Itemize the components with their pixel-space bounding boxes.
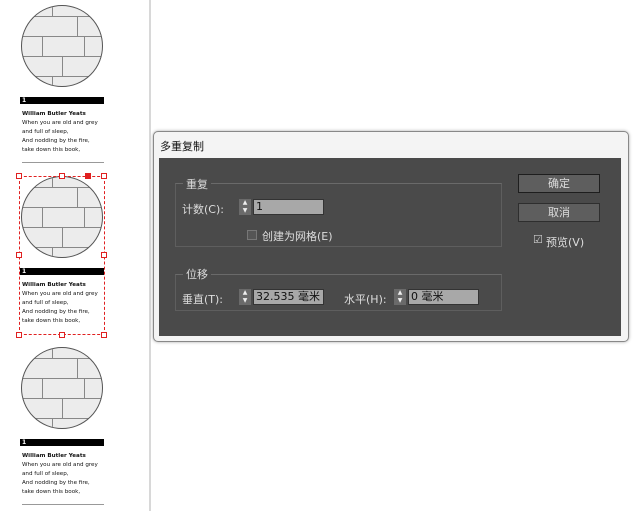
poem-line: When you are old and grey	[22, 120, 98, 126]
content-grabber-handle[interactable]	[85, 173, 91, 179]
number-bar: 1	[20, 97, 104, 104]
repeat-group-label: 重复	[183, 176, 211, 192]
vertical-input[interactable]: 32.535 毫米	[253, 289, 324, 305]
resize-handle[interactable]	[101, 173, 107, 179]
count-input[interactable]: 1	[253, 199, 324, 215]
resize-handle[interactable]	[59, 332, 65, 338]
resize-handle[interactable]	[101, 332, 107, 338]
poem-line: And nodding by the fire,	[22, 138, 90, 144]
step-and-repeat-dialog: 多重复制 重复 计数(C): ▲ ▼ 1 创建为网格(E) 位移 垂直(T): ▲…	[153, 131, 629, 342]
divider	[22, 504, 104, 505]
poem-text: William Butler Yeats When you are old and…	[22, 110, 98, 155]
poem-author: William Butler Yeats	[22, 453, 86, 459]
resize-handle[interactable]	[16, 332, 22, 338]
poem-line: When you are old and grey	[22, 462, 98, 468]
resize-handle[interactable]	[16, 173, 22, 179]
ok-button[interactable]: 确定	[518, 174, 600, 193]
resize-handle[interactable]	[16, 252, 22, 258]
grid-checkbox[interactable]	[247, 230, 257, 240]
divider	[22, 162, 104, 163]
poem-line: take down this book,	[22, 489, 81, 495]
resize-handle[interactable]	[101, 252, 107, 258]
horizontal-stepper[interactable]: ▲ ▼	[394, 289, 406, 305]
dialog-body: 重复 计数(C): ▲ ▼ 1 创建为网格(E) 位移 垂直(T): ▲ ▼ 32.…	[159, 158, 621, 336]
count-label: 计数(C):	[182, 203, 224, 216]
poem-line: take down this book,	[22, 147, 81, 153]
vertical-label: 垂直(T):	[182, 293, 224, 306]
cancel-button[interactable]: 取消	[518, 203, 600, 222]
poem-author: William Butler Yeats	[22, 111, 86, 117]
poem-line: and full of sleep,	[22, 471, 69, 477]
selection-frame[interactable]	[19, 176, 105, 335]
preview-checkbox[interactable]: ☑	[533, 233, 543, 246]
poem-line: and full of sleep,	[22, 129, 69, 135]
dialog-title: 多重复制	[160, 140, 204, 153]
poem-line: And nodding by the fire,	[22, 480, 90, 486]
count-stepper[interactable]: ▲ ▼	[239, 199, 251, 215]
number-bar: 1	[20, 439, 104, 446]
preview-label[interactable]: 预览(V)	[546, 234, 584, 250]
vertical-stepper[interactable]: ▲ ▼	[239, 289, 251, 305]
poem-text: William Butler Yeats When you are old and…	[22, 452, 98, 497]
horizontal-input[interactable]: 0 毫米	[408, 289, 479, 305]
brick-circle-image	[21, 347, 103, 429]
page-boundary	[149, 0, 151, 511]
resize-handle[interactable]	[59, 173, 65, 179]
repeat-group	[175, 183, 502, 247]
offset-group-label: 位移	[183, 266, 211, 282]
horizontal-label: 水平(H):	[344, 293, 387, 306]
grid-checkbox-label[interactable]: 创建为网格(E)	[262, 228, 333, 244]
brick-circle-image	[21, 5, 103, 87]
